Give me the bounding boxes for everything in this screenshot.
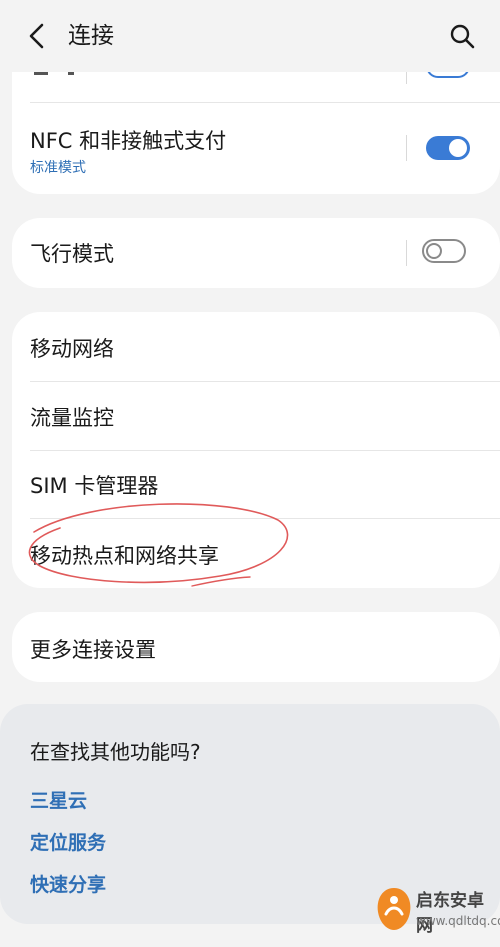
network-item-label: SIM 卡管理器 (30, 474, 159, 498)
toggle-knob (449, 139, 467, 157)
nfc-row[interactable]: NFC 和非接触式支付 标准模式 (12, 103, 500, 194)
network-card: 移动网络 流量监控 SIM 卡管理器 移动热点和网络共享 (12, 312, 500, 588)
suggestion-link-samsung-cloud[interactable]: 三星云 (30, 786, 87, 813)
network-item-label: 移动网络 (30, 337, 114, 361)
back-button[interactable] (22, 20, 54, 52)
watermark-name: 启东安卓网 (416, 891, 484, 936)
network-item-label: 移动热点和网络共享 (30, 544, 219, 568)
more-card: 更多连接设置 (12, 612, 500, 682)
more-settings-row[interactable]: 更多连接设置 (12, 612, 500, 682)
search-icon (450, 24, 475, 49)
network-item-sim-manager[interactable]: SIM 卡管理器 (12, 451, 500, 518)
airplane-toggle[interactable] (422, 239, 466, 263)
network-item-data-usage[interactable]: 流量监控 (12, 382, 500, 450)
watermark-url: www.qdltdq.com (416, 914, 500, 928)
more-settings-label: 更多连接设置 (30, 638, 156, 662)
clipped-text-fragment (34, 72, 48, 75)
row-separator (406, 135, 407, 161)
suggestion-link-quick-share[interactable]: 快速分享 (30, 870, 106, 897)
clipped-separator (406, 72, 407, 84)
watermark-logo-icon (377, 888, 411, 930)
airplane-row[interactable]: 飞行模式 (12, 218, 500, 288)
nfc-label: NFC 和非接触式支付 (30, 129, 227, 153)
wireless-card: NFC 和非接触式支付 标准模式 (12, 72, 500, 194)
watermark: 启东安卓网 www.qdltdq.com (372, 880, 500, 942)
airplane-card: 飞行模式 (12, 218, 500, 288)
nfc-toggle[interactable] (426, 136, 470, 160)
nfc-mode: 标准模式 (30, 160, 86, 176)
suggestions-title: 在查找其他功能吗? (30, 740, 201, 764)
top-app-bar: 连接 (0, 0, 500, 72)
chevron-left-icon (29, 23, 44, 49)
clipped-toggle[interactable] (426, 72, 470, 78)
network-item-label: 流量监控 (30, 406, 114, 430)
network-item-hotspot[interactable]: 移动热点和网络共享 (12, 519, 500, 588)
suggestion-link-location[interactable]: 定位服务 (30, 828, 106, 855)
toggle-knob (426, 243, 442, 259)
clipped-row[interactable] (12, 72, 500, 102)
page-title: 连接 (68, 23, 114, 49)
airplane-label: 飞行模式 (30, 242, 114, 266)
network-item-mobile[interactable]: 移动网络 (12, 312, 500, 381)
clipped-text-fragment (68, 72, 74, 75)
row-separator (406, 240, 407, 266)
search-button[interactable] (446, 20, 478, 52)
